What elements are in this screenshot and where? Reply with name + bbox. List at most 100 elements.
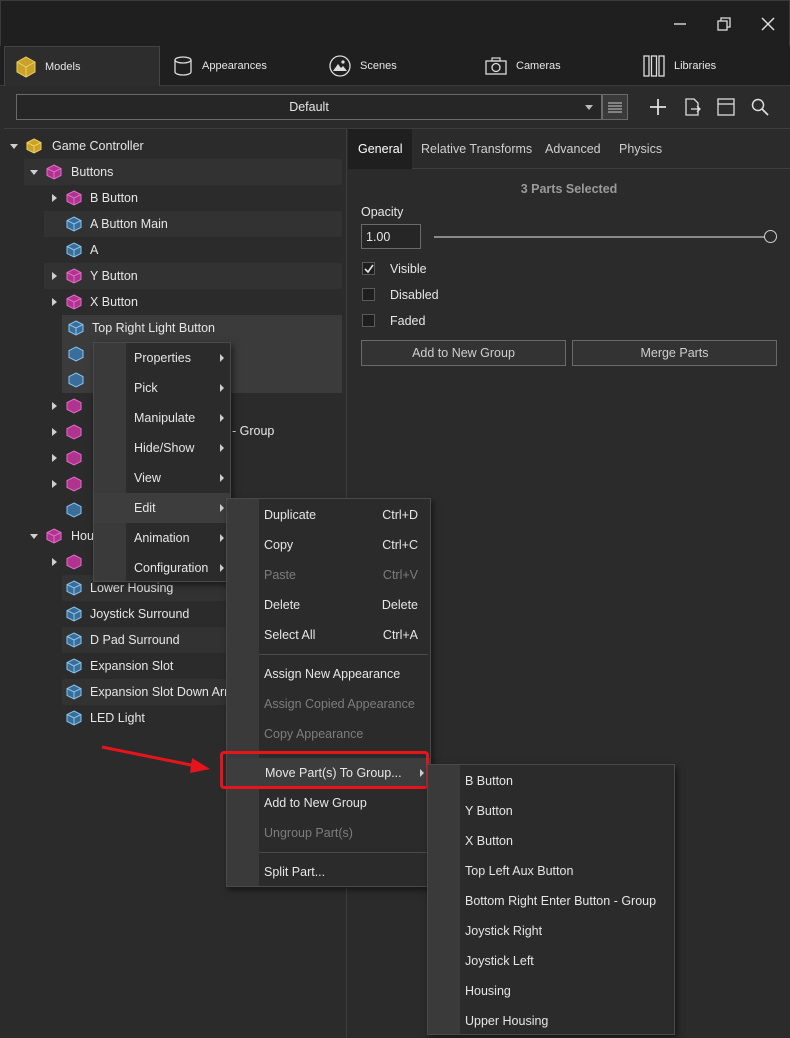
- expand-icon[interactable]: [52, 480, 57, 488]
- close-icon[interactable]: [755, 11, 781, 37]
- menu-item-top-left-aux-button[interactable]: Top Left Aux Button: [428, 856, 674, 886]
- tree-node-top-right-light-button[interactable]: Top Right Light Button: [62, 315, 342, 341]
- menu-item-ungroup-parts[interactable]: Ungroup Part(s): [227, 818, 430, 848]
- tab-libraries[interactable]: Libraries: [642, 46, 716, 86]
- dropdown-value: Default: [289, 100, 329, 114]
- assembly-cube-icon: [26, 138, 42, 154]
- tree-node-housing[interactable]: Hou: [24, 523, 94, 549]
- search-button[interactable]: [748, 95, 772, 119]
- list-view-button[interactable]: [602, 94, 628, 120]
- expand-icon[interactable]: [52, 194, 57, 202]
- tab-models[interactable]: Models: [4, 46, 160, 86]
- add-button[interactable]: [646, 95, 670, 119]
- add-to-new-group-button[interactable]: Add to New Group: [361, 340, 566, 366]
- menu-item-x-button[interactable]: X Button: [428, 826, 674, 856]
- tree-node-joystick-surround[interactable]: Joystick Surround: [62, 601, 230, 627]
- merge-parts-button[interactable]: Merge Parts: [572, 340, 777, 366]
- expand-icon[interactable]: [52, 454, 57, 462]
- tab-scenes[interactable]: Scenes: [328, 46, 397, 86]
- expand-icon[interactable]: [52, 558, 57, 566]
- opacity-input[interactable]: 1.00: [361, 224, 421, 249]
- menu-item-animation[interactable]: Animation: [94, 523, 230, 553]
- menu-item-copy[interactable]: Copy Ctrl+C: [227, 530, 430, 560]
- menu-item-split-part[interactable]: Split Part...: [227, 857, 430, 887]
- menu-item-paste[interactable]: Paste Ctrl+V: [227, 560, 430, 590]
- part-cube-icon: [66, 502, 82, 518]
- menu-item-joystick-left[interactable]: Joystick Left: [428, 946, 674, 976]
- menu-item-configuration[interactable]: Configuration: [94, 553, 230, 583]
- layout-button[interactable]: [714, 95, 738, 119]
- tab-relative-transforms[interactable]: Relative Transforms: [421, 129, 532, 169]
- group-cube-icon: [66, 554, 82, 570]
- opacity-slider-track[interactable]: [434, 236, 770, 238]
- expand-icon[interactable]: [30, 534, 38, 539]
- minimize-icon[interactable]: [667, 11, 693, 37]
- tree-label: A Button Main: [90, 217, 168, 231]
- menu-label: X Button: [465, 834, 513, 848]
- group-cube-icon: [66, 450, 82, 466]
- tab-physics[interactable]: Physics: [619, 129, 662, 169]
- menu-item-view[interactable]: View: [94, 463, 230, 493]
- expand-icon[interactable]: [52, 402, 57, 410]
- menu-item-add-to-new-group[interactable]: Add to New Group: [227, 788, 430, 818]
- menu-item-pick[interactable]: Pick: [94, 373, 230, 403]
- tree-node-a[interactable]: A: [44, 237, 342, 263]
- menu-item-assign-new-appearance[interactable]: Assign New Appearance: [227, 659, 430, 689]
- menu-item-properties[interactable]: Properties: [94, 343, 230, 373]
- export-button[interactable]: [680, 95, 704, 119]
- menu-item-housing[interactable]: Housing: [428, 976, 674, 1006]
- image-icon: [329, 55, 351, 77]
- menu-item-b-button[interactable]: B Button: [428, 766, 674, 796]
- disabled-checkbox[interactable]: [362, 288, 375, 301]
- expand-icon[interactable]: [52, 428, 57, 436]
- model-set-dropdown[interactable]: Default: [16, 94, 602, 120]
- menu-item-manipulate[interactable]: Manipulate: [94, 403, 230, 433]
- tab-appearances[interactable]: Appearances: [172, 46, 267, 86]
- tree-node-x-button[interactable]: X Button: [44, 289, 342, 315]
- visible-checkbox[interactable]: [362, 262, 375, 275]
- tab-cameras[interactable]: Cameras: [484, 46, 561, 86]
- menu-item-y-button[interactable]: Y Button: [428, 796, 674, 826]
- tree-node-led-light[interactable]: LED Light: [62, 705, 230, 731]
- tab-label: Advanced: [545, 142, 601, 156]
- tab-general[interactable]: General: [348, 129, 413, 169]
- tree-node-expansion-slot-down[interactable]: Expansion Slot Down Arr: [62, 679, 230, 705]
- tree-label: Expansion Slot: [90, 659, 174, 673]
- expand-icon[interactable]: [52, 298, 57, 306]
- tab-label: Physics: [619, 142, 663, 156]
- tree-node-a-button-main[interactable]: A Button Main: [44, 211, 342, 237]
- expand-icon[interactable]: [10, 144, 18, 149]
- menu-item-hide-show[interactable]: Hide/Show: [94, 433, 230, 463]
- opacity-slider-thumb[interactable]: [764, 230, 777, 243]
- tree-label: D Pad Surround: [90, 633, 180, 647]
- property-tabs: General Relative Transforms Advanced Phy…: [348, 129, 790, 169]
- tree-node-root[interactable]: Game Controller: [4, 133, 342, 159]
- menu-item-joystick-right[interactable]: Joystick Right: [428, 916, 674, 946]
- part-cube-icon: [68, 372, 84, 388]
- menu-item-copy-appearance[interactable]: Copy Appearance: [227, 719, 430, 749]
- tree-node-expansion-slot[interactable]: Expansion Slot: [62, 653, 230, 679]
- submenu-arrow-icon: [220, 504, 224, 512]
- part-cube-icon: [66, 580, 82, 596]
- menu-item-assign-copied-appearance[interactable]: Assign Copied Appearance: [227, 689, 430, 719]
- menu-item-delete[interactable]: Delete Delete: [227, 590, 430, 620]
- faded-checkbox[interactable]: [362, 314, 375, 327]
- menu-item-upper-housing[interactable]: Upper Housing: [428, 1006, 674, 1036]
- menu-item-duplicate[interactable]: Duplicate Ctrl+D: [227, 500, 430, 530]
- menu-item-select-all[interactable]: Select All Ctrl+A: [227, 620, 430, 650]
- menu-item-edit[interactable]: Edit: [94, 493, 230, 523]
- tree-node-b-button[interactable]: B Button: [44, 185, 342, 211]
- cube-icon: [16, 55, 36, 78]
- restore-icon[interactable]: [711, 11, 737, 37]
- menu-item-bottom-right-enter-button[interactable]: Bottom Right Enter Button - Group: [428, 886, 674, 916]
- tab-advanced[interactable]: Advanced: [545, 129, 601, 169]
- expand-icon[interactable]: [52, 272, 57, 280]
- highlight-box: [220, 751, 429, 789]
- tree-node-d-pad-surround[interactable]: D Pad Surround: [62, 627, 230, 653]
- tree-node-y-button[interactable]: Y Button: [44, 263, 342, 289]
- tree-node-buttons[interactable]: Buttons: [24, 159, 342, 185]
- menu-label: Copy Appearance: [264, 727, 364, 741]
- expand-icon[interactable]: [30, 170, 38, 175]
- menu-label: B Button: [465, 774, 513, 788]
- tab-label: Scenes: [360, 60, 397, 72]
